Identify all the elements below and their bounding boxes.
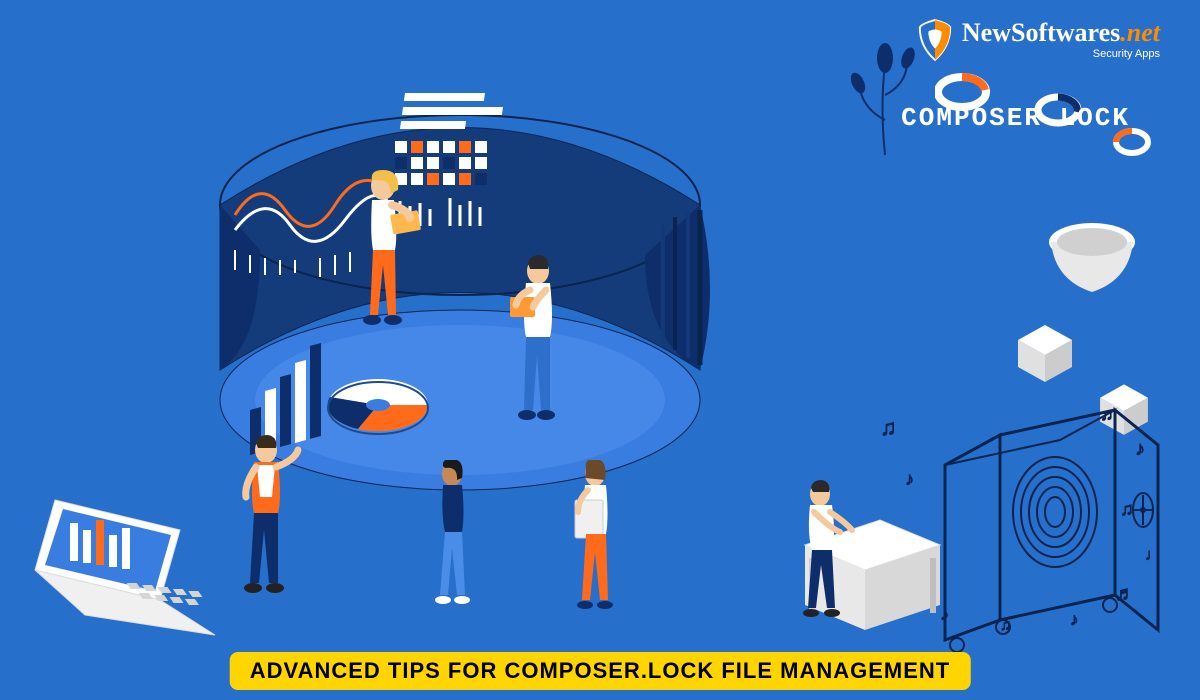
- svg-text:♫: ♫: [880, 415, 897, 440]
- person-woman-analyst: [350, 170, 425, 375]
- dashboard-cylinder: [180, 60, 740, 480]
- svg-text:♩: ♩: [1145, 547, 1161, 564]
- person-woman-laptop: [560, 460, 630, 640]
- svg-text:♫: ♫: [1000, 618, 1011, 634]
- svg-text:♫: ♫: [1120, 499, 1134, 519]
- pot-icon: [1045, 220, 1140, 305]
- brand-name: NewSoftwares.net: [962, 20, 1160, 46]
- svg-text:♪: ♪: [1135, 438, 1145, 460]
- title-banner: ADVANCED TIPS FOR COMPOSER.LOCK FILE MAN…: [230, 652, 971, 690]
- laptop-icon: [15, 495, 225, 665]
- svg-text:♪: ♪: [905, 469, 914, 489]
- person-woman-walking: [420, 460, 485, 635]
- plant-icon: [845, 25, 925, 160]
- svg-text:♪: ♪: [1070, 610, 1079, 629]
- brand-logo: NewSoftwares.net Security Apps: [916, 18, 1160, 62]
- pie-chart-icon: [328, 379, 428, 434]
- cube-icon: [1010, 320, 1080, 395]
- composer-lock-label: COMPOSER.LOCK: [901, 103, 1130, 133]
- brand-tagline: Security Apps: [962, 48, 1160, 60]
- person-man-reviewer: [500, 255, 575, 465]
- svg-text:♬: ♬: [1115, 583, 1135, 605]
- svg-text:♫: ♫: [1100, 404, 1114, 424]
- shield-icon: [916, 18, 954, 62]
- person-man-typing: [790, 480, 865, 645]
- person-man-presenter: [220, 435, 305, 625]
